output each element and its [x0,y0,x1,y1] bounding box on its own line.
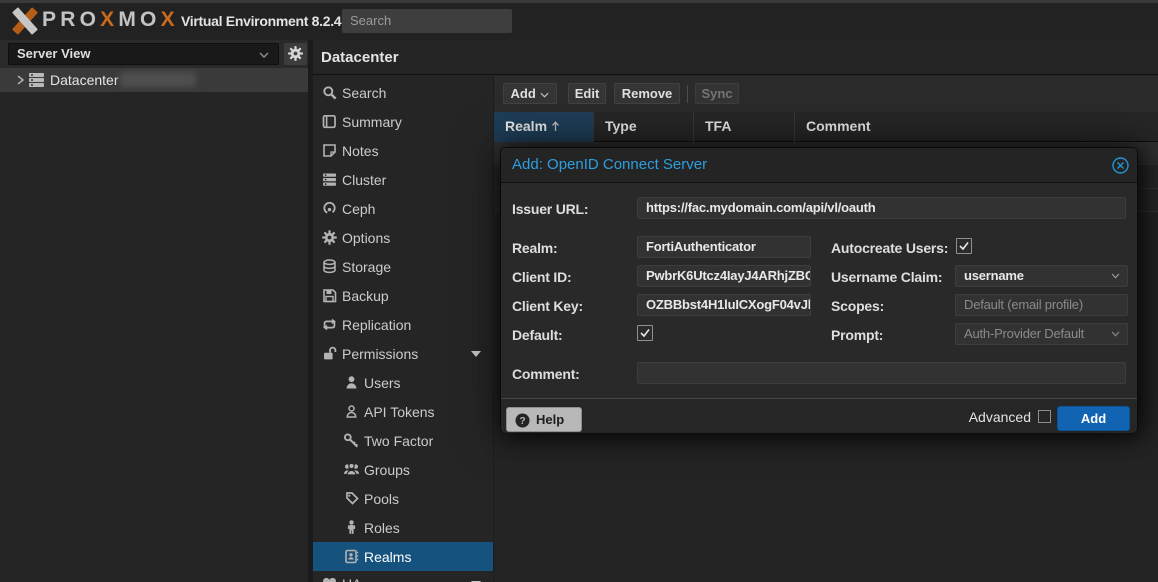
svg-text:?: ? [519,416,525,427]
